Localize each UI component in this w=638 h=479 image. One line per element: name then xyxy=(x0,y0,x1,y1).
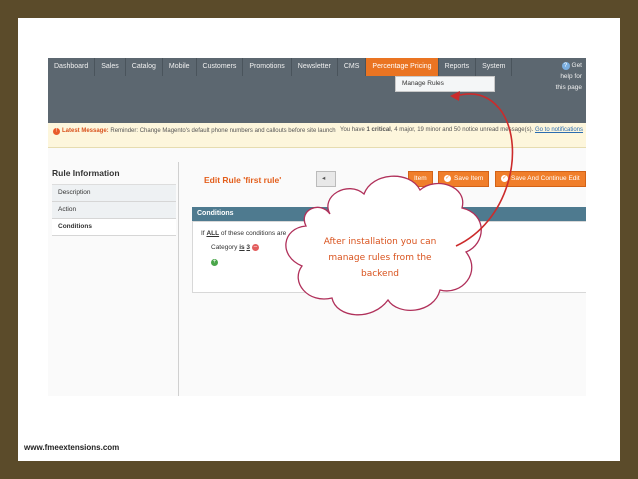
save-continue-button[interactable]: ✓ Save And Continue Edit xyxy=(495,171,586,187)
nav-percentage-pricing[interactable]: Percentage Pricing xyxy=(366,58,439,76)
back-icon: ◂ xyxy=(322,175,326,182)
help-link[interactable]: ? Get help for this page xyxy=(546,60,582,93)
callout-text: After installation you can manage rules … xyxy=(323,237,437,279)
footer-url: www.fmeextensions.com xyxy=(24,443,120,452)
save-icon: ✓ xyxy=(444,174,451,182)
help-icon: ? xyxy=(561,62,570,70)
admin-header: Dashboard Sales Catalog Mobile Customers… xyxy=(48,58,586,123)
save-item-button[interactable]: ✓ Save Item xyxy=(438,171,490,187)
nav-cms[interactable]: CMS xyxy=(338,58,367,76)
nav-newsletter[interactable]: Newsletter xyxy=(292,58,338,76)
page-title: Edit Rule 'first rule' xyxy=(204,175,282,185)
percentage-pricing-dropdown: Manage Rules xyxy=(395,76,495,92)
nav-catalog[interactable]: Catalog xyxy=(126,58,163,76)
tab-description[interactable]: Description xyxy=(52,185,176,202)
back-button[interactable]: ◂ xyxy=(316,171,336,187)
category-condition: Category is 3 – xyxy=(211,244,259,252)
nav-customers[interactable]: Customers xyxy=(197,58,244,76)
add-condition-icon[interactable]: + xyxy=(211,259,218,266)
warning-icon: ! xyxy=(53,128,60,135)
conditions-rule-line: If ALL of these conditions are xyxy=(201,230,287,237)
conditions-header: Conditions xyxy=(192,207,586,221)
sidebar-title: Rule Information xyxy=(52,168,176,185)
message-counts: You have 1 critical, 4 major, 19 minor a… xyxy=(340,127,584,133)
nav-promotions[interactable]: Promotions xyxy=(243,58,292,76)
operator-select[interactable]: is xyxy=(239,244,244,251)
delete-item-button[interactable]: Item xyxy=(408,171,433,187)
nav-dashboard[interactable]: Dashboard xyxy=(48,58,96,76)
category-value[interactable]: 3 xyxy=(246,244,250,251)
nav-reports[interactable]: Reports xyxy=(439,58,477,76)
system-message-bar: ! Latest Message: Reminder: Change Magent… xyxy=(48,123,586,148)
menu-item-manage-rules[interactable]: Manage Rules xyxy=(396,77,494,91)
remove-condition-icon[interactable]: – xyxy=(251,244,259,251)
divider xyxy=(178,162,179,396)
nav-system[interactable]: System xyxy=(476,58,513,76)
latest-message: ! Latest Message: Reminder: Change Magent… xyxy=(53,127,343,136)
nav-sales[interactable]: Sales xyxy=(95,58,126,76)
nav-mobile[interactable]: Mobile xyxy=(163,58,197,76)
notifications-link[interactable]: Go to notifications xyxy=(535,127,583,133)
tab-action[interactable]: Action xyxy=(52,202,176,219)
aggregator-select[interactable]: ALL xyxy=(206,230,219,237)
tab-conditions[interactable]: Conditions xyxy=(52,219,176,236)
rule-sidebar: Rule Information Description Action Cond… xyxy=(52,168,176,236)
save-continue-icon: ✓ xyxy=(501,174,508,182)
screenshot-panel: Dashboard Sales Catalog Mobile Customers… xyxy=(48,58,586,396)
main-nav: Dashboard Sales Catalog Mobile Customers… xyxy=(48,58,513,76)
